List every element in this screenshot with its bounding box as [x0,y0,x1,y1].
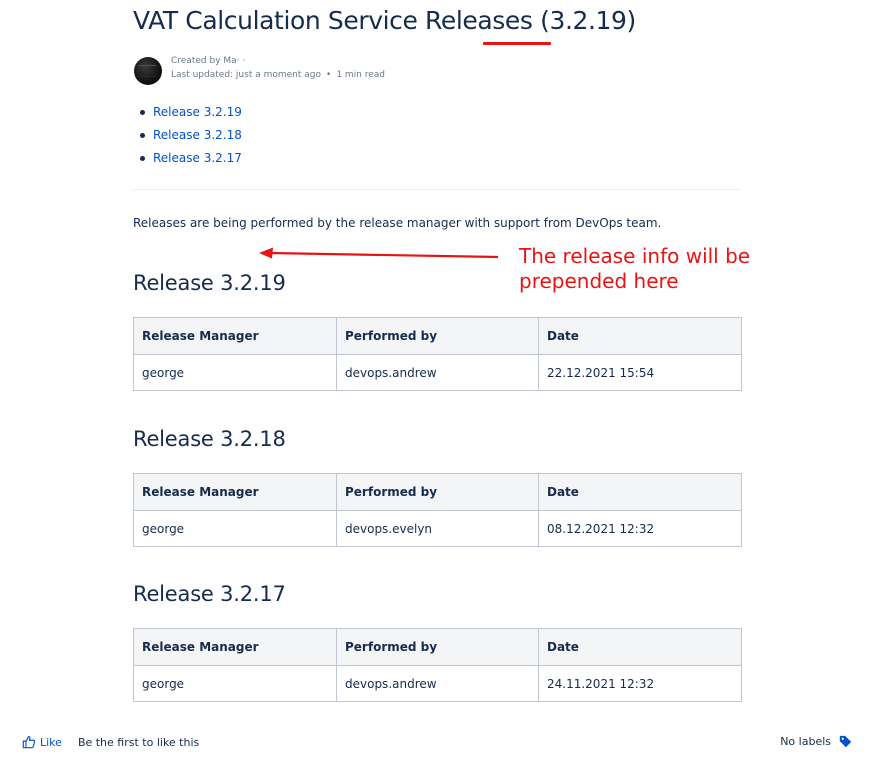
labels-area: No labels [780,735,852,748]
no-labels-text: No labels [780,735,831,748]
column-header-release-manager: Release Manager [133,628,337,666]
table-row: george devops.andrew 24.11.2021 12:32 [133,665,742,702]
cell-date: 24.11.2021 12:32 [538,665,742,702]
column-header-date: Date [538,473,742,511]
arrow-left-icon [259,247,499,259]
column-header-date: Date [538,628,742,666]
bullet-icon [140,156,145,161]
byline-separator: • [326,70,332,80]
annotation-note: The release info will be prepended here [519,244,750,294]
byline-updated: Last updated: just a moment ago • 1 min re… [171,70,385,80]
first-like-text: Be the first to like this [77,735,200,749]
release-table: Release Manager Performed by Date george… [133,473,742,547]
cell-performed-by: devops.evelyn [336,510,539,547]
column-header-date: Date [538,317,742,355]
thumbs-up-icon [22,736,36,749]
toc-item: Release 3.2.18 [140,126,242,149]
avatar[interactable] [134,57,162,85]
version-underline-annotation [483,42,551,45]
cell-date: 08.12.2021 12:32 [538,510,742,547]
tag-icon[interactable] [839,735,852,748]
release-heading: Release 3.2.17 [133,582,286,606]
cell-release-manager: george [133,510,337,547]
column-header-performed-by: Performed by [336,628,539,666]
like-bar: Like Be the first to like this [22,735,199,749]
annotation-line-2: prepended here [519,269,679,293]
toc-link-release-3-2-18[interactable]: Release 3.2.18 [153,126,242,144]
table-row: george devops.andrew 22.12.2021 15:54 [133,354,742,391]
cell-performed-by: devops.andrew [336,665,539,702]
column-header-release-manager: Release Manager [133,317,337,355]
table-row: george devops.evelyn 08.12.2021 12:32 [133,510,742,547]
column-header-performed-by: Performed by [336,317,539,355]
bullet-icon [140,133,145,138]
read-time-text: 1 min read [336,70,385,80]
table-header-row: Release Manager Performed by Date [133,473,742,511]
cell-date: 22.12.2021 15:54 [538,354,742,391]
table-header-row: Release Manager Performed by Date [133,317,742,355]
release-table: Release Manager Performed by Date george… [133,628,742,702]
release-heading: Release 3.2.19 [133,271,286,295]
toc-item: Release 3.2.19 [140,103,242,126]
intro-paragraph: Releases are being performed by the rele… [133,216,662,230]
toc-link-release-3-2-17[interactable]: Release 3.2.17 [153,149,242,167]
cell-release-manager: george [133,354,337,391]
cell-performed-by: devops.andrew [336,354,539,391]
release-heading: Release 3.2.18 [133,427,286,451]
cell-release-manager: george [133,665,337,702]
like-label: Like [40,735,62,749]
byline-created: Created by Ma· · [171,56,246,66]
last-updated-text: Last updated: just a moment ago [171,70,321,80]
page-title: VAT Calculation Service Releases (3.2.19… [133,6,636,35]
column-header-release-manager: Release Manager [133,473,337,511]
table-header-row: Release Manager Performed by Date [133,628,742,666]
annotation-line-1: The release info will be [519,244,751,268]
table-of-contents: Release 3.2.19 Release 3.2.18 Release 3.… [140,103,242,172]
column-header-performed-by: Performed by [336,473,539,511]
divider [133,189,741,190]
release-table: Release Manager Performed by Date george… [133,317,742,391]
toc-item: Release 3.2.17 [140,149,242,172]
bullet-icon [140,110,145,115]
like-button[interactable]: Like [22,735,62,749]
toc-link-release-3-2-19[interactable]: Release 3.2.19 [153,103,242,121]
